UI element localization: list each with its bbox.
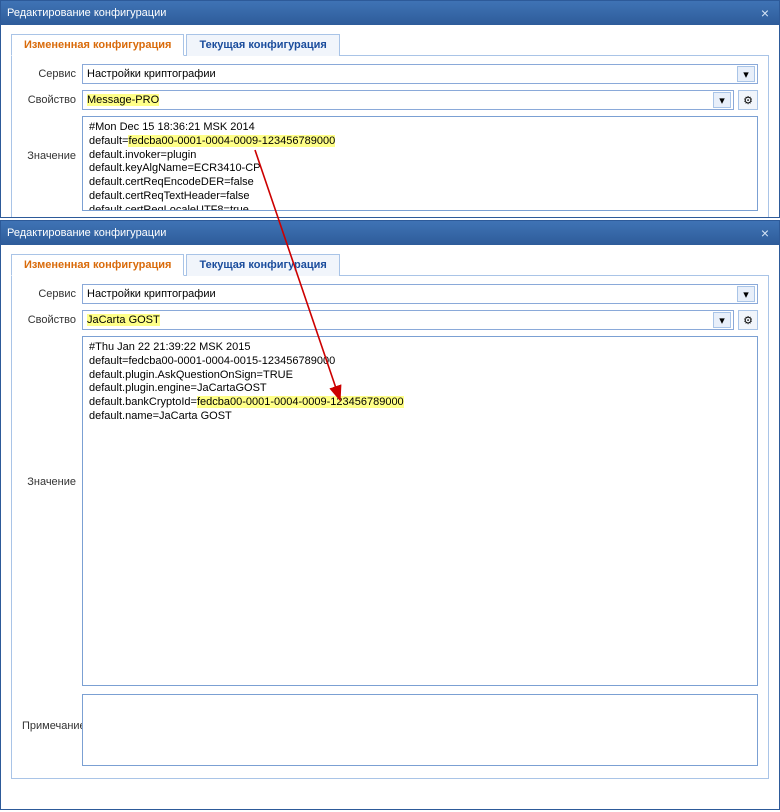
- service-select[interactable]: Настройки криптографии ▾: [82, 64, 758, 84]
- highlighted-guid-bottom: fedcba00-0001-0004-0009-123456789000: [197, 396, 404, 408]
- service-select[interactable]: Настройки криптографии ▾: [82, 284, 758, 304]
- canvas: Редактирование конфигурации × Измененная…: [0, 0, 780, 812]
- row-value: Значение #Mon Dec 15 18:36:21 MSK 2014 d…: [22, 116, 758, 211]
- chevron-down-icon[interactable]: ▾: [713, 312, 731, 328]
- close-icon[interactable]: ×: [757, 5, 773, 21]
- window-top: Редактирование конфигурации × Измененная…: [0, 0, 780, 218]
- close-icon[interactable]: ×: [757, 225, 773, 241]
- chevron-down-icon[interactable]: ▾: [737, 66, 755, 82]
- window-body: Измененная конфигурация Текущая конфигур…: [1, 25, 779, 218]
- property-combo-wrap: JaCarta GOST ▾ ⚙: [82, 310, 758, 330]
- titlebar: Редактирование конфигурации ×: [1, 221, 779, 245]
- note-textarea[interactable]: [82, 694, 758, 766]
- label-value: Значение: [22, 336, 82, 488]
- tabs: Измененная конфигурация Текущая конфигур…: [11, 253, 769, 276]
- service-value: Настройки криптографии: [87, 68, 216, 80]
- tab-changed[interactable]: Измененная конфигурация: [11, 254, 184, 276]
- property-select[interactable]: Message-PRO ▾: [82, 90, 734, 110]
- window-title: Редактирование конфигурации: [7, 227, 166, 239]
- value-textarea[interactable]: #Mon Dec 15 18:36:21 MSK 2014 default=fe…: [82, 116, 758, 211]
- gear-icon: ⚙: [743, 94, 753, 107]
- window-title: Редактирование конфигурации: [7, 7, 166, 19]
- titlebar: Редактирование конфигурации ×: [1, 1, 779, 25]
- row-property: Свойство JaCarta GOST ▾ ⚙: [22, 310, 758, 330]
- tab-current[interactable]: Текущая конфигурация: [186, 34, 339, 56]
- tab-current[interactable]: Текущая конфигурация: [186, 254, 339, 276]
- row-service: Сервис Настройки криптографии ▾: [22, 284, 758, 304]
- row-note: Примечание: [22, 694, 758, 766]
- chevron-down-icon[interactable]: ▾: [737, 286, 755, 302]
- label-value: Значение: [22, 116, 82, 162]
- row-service: Сервис Настройки криптографии ▾: [22, 64, 758, 84]
- gear-icon: ⚙: [743, 314, 753, 327]
- property-select[interactable]: JaCarta GOST ▾: [82, 310, 734, 330]
- window-bottom: Редактирование конфигурации × Измененная…: [0, 220, 780, 810]
- label-property: Свойство: [22, 94, 82, 106]
- property-action-button[interactable]: ⚙: [738, 310, 758, 330]
- chevron-down-icon[interactable]: ▾: [713, 92, 731, 108]
- label-service: Сервис: [22, 68, 82, 80]
- row-value: Значение #Thu Jan 22 21:39:22 MSK 2015 d…: [22, 336, 758, 686]
- service-value: Настройки криптографии: [87, 288, 216, 300]
- value-textarea[interactable]: #Thu Jan 22 21:39:22 MSK 2015 default=fe…: [82, 336, 758, 686]
- property-value: Message-PRO: [87, 94, 159, 106]
- window-body: Измененная конфигурация Текущая конфигур…: [1, 245, 779, 789]
- service-combo-wrap: Настройки криптографии ▾: [82, 64, 758, 84]
- label-property: Свойство: [22, 314, 82, 326]
- highlighted-guid-top: fedcba00-0001-0004-0009-123456789000: [128, 135, 335, 147]
- label-service: Сервис: [22, 288, 82, 300]
- property-combo-wrap: Message-PRO ▾ ⚙: [82, 90, 758, 110]
- tabs: Измененная конфигурация Текущая конфигур…: [11, 33, 769, 56]
- property-value: JaCarta GOST: [87, 314, 160, 326]
- service-combo-wrap: Настройки криптографии ▾: [82, 284, 758, 304]
- row-property: Свойство Message-PRO ▾ ⚙: [22, 90, 758, 110]
- property-action-button[interactable]: ⚙: [738, 90, 758, 110]
- tab-changed[interactable]: Измененная конфигурация: [11, 34, 184, 56]
- panel: Сервис Настройки криптографии ▾ Свойство…: [11, 56, 769, 218]
- label-note: Примечание: [22, 694, 82, 732]
- panel: Сервис Настройки криптографии ▾ Свойство…: [11, 276, 769, 779]
